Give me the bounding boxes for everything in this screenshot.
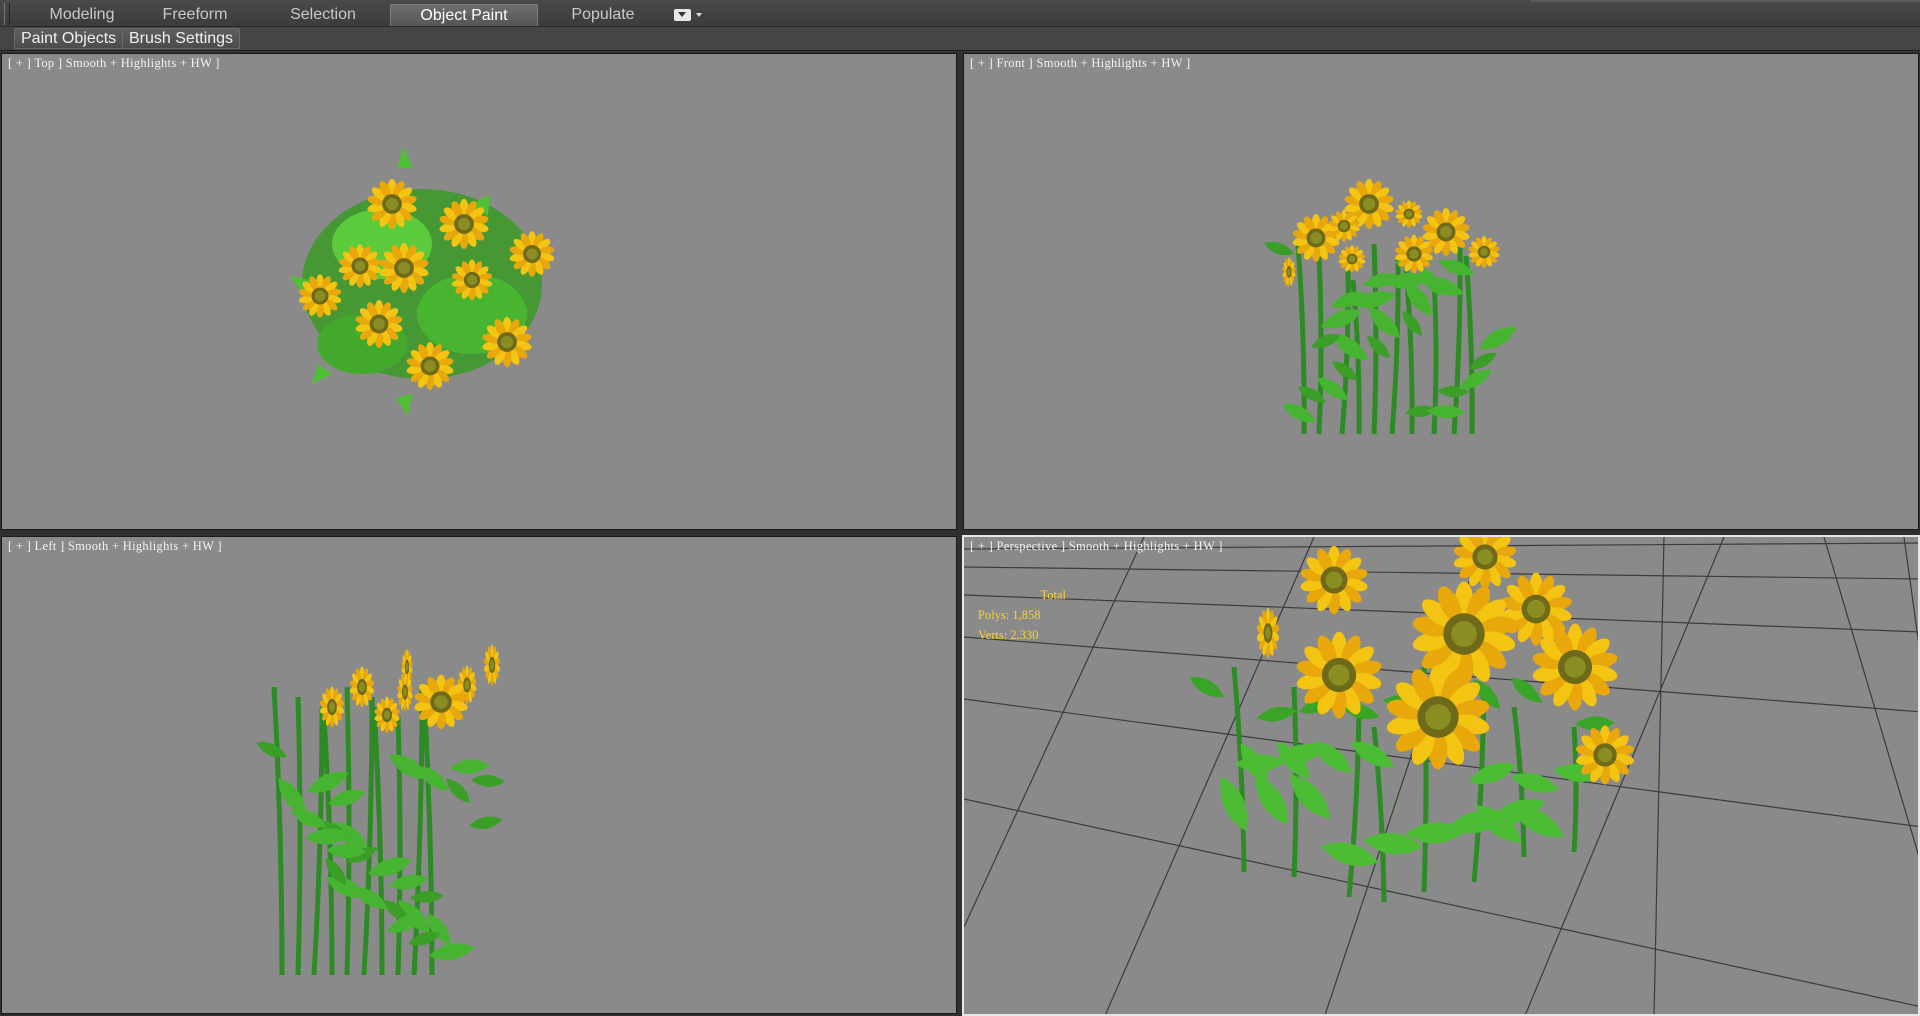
front-view-sunflowers: [1263, 178, 1518, 435]
stats-verts: Verts: 2,330: [978, 628, 1039, 642]
paint-objects-button[interactable]: Paint Objects: [14, 28, 124, 49]
tab-object-paint[interactable]: Object Paint: [390, 4, 538, 26]
left-view-sunflowers: [256, 644, 505, 976]
viewport-front-label[interactable]: [ + ] Front ] Smooth + Highlights + HW ]: [970, 56, 1190, 71]
statistics-overlay: Total Polys: 1,858 Verts: 2,330: [978, 585, 1066, 645]
title-accent-line: [1530, 0, 1920, 2]
ribbon-panel: Paint Objects Brush Settings: [0, 27, 1920, 51]
stats-total-label: Total: [1040, 588, 1066, 602]
viewport-top-label[interactable]: [ + ] Top ] Smooth + Highlights + HW ]: [8, 56, 220, 71]
stats-polys: Polys: 1,858: [978, 608, 1041, 622]
viewport-top[interactable]: [ + ] Top ] Smooth + Highlights + HW ]: [1, 53, 957, 530]
viewport-left[interactable]: [ + ] Left ] Smooth + Highlights + HW ]: [1, 536, 957, 1014]
perspective-view-scene: [964, 537, 1918, 1014]
ribbon-tab-bar: Modeling Freeform Selection Object Paint…: [0, 0, 1920, 27]
tab-selection[interactable]: Selection: [273, 4, 373, 26]
brush-settings-button[interactable]: Brush Settings: [122, 28, 241, 49]
top-view-sunflowers: [290, 147, 555, 416]
tab-modeling[interactable]: Modeling: [32, 4, 132, 26]
viewport-left-label[interactable]: [ + ] Left ] Smooth + Highlights + HW ]: [8, 539, 222, 554]
viewport-front[interactable]: [ + ] Front ] Smooth + Highlights + HW ]: [963, 53, 1919, 530]
ribbon-grip-handle[interactable]: [4, 3, 10, 25]
tab-freeform[interactable]: Freeform: [145, 4, 245, 26]
display-options-icon[interactable]: [674, 8, 706, 22]
tab-populate[interactable]: Populate: [553, 4, 653, 26]
viewport-perspective[interactable]: [ + ] Perspective ] Smooth + Highlights …: [962, 535, 1920, 1016]
viewport-perspective-label[interactable]: [ + ] Perspective ] Smooth + Highlights …: [970, 539, 1223, 554]
viewport-layout: [ + ] Top ] Smooth + Highlights + HW ] […: [0, 52, 1920, 1016]
